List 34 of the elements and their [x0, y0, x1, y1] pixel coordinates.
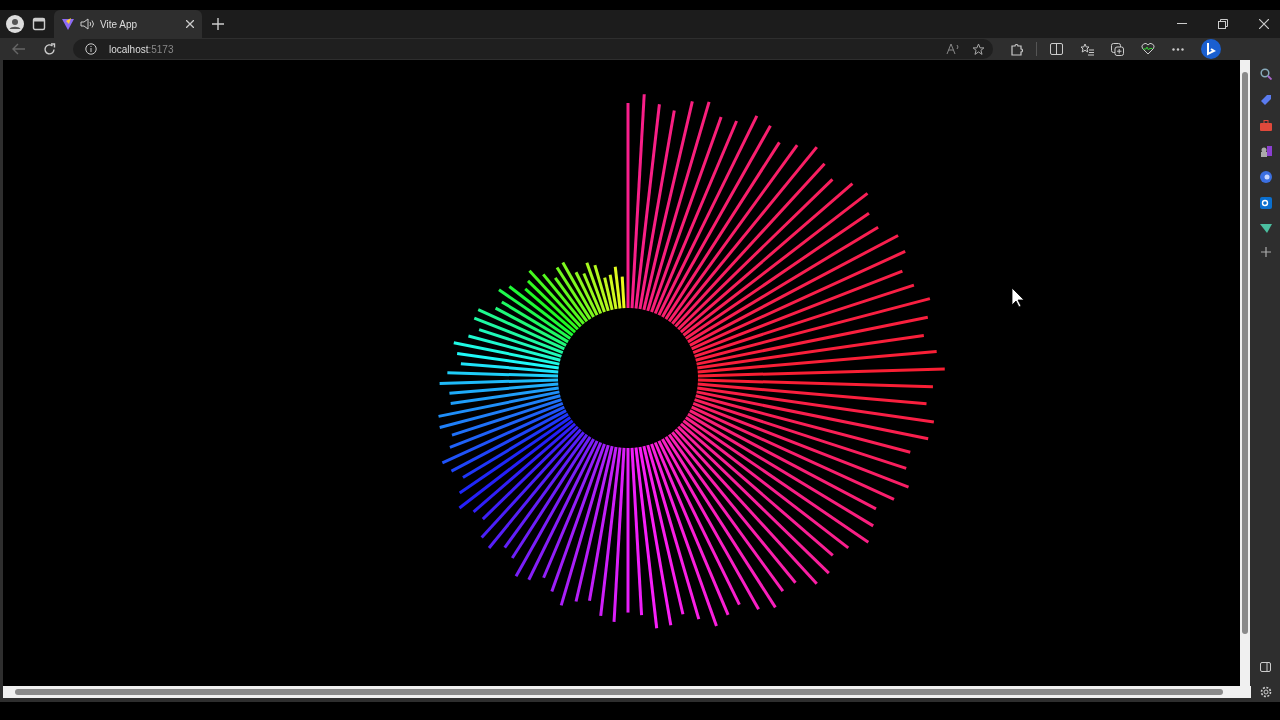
split-screen-icon[interactable]	[1050, 43, 1063, 55]
browser-tab[interactable]: Vite App	[54, 10, 202, 38]
search-icon[interactable]	[1259, 68, 1272, 80]
sidebar-toggle-icon[interactable]	[1260, 662, 1271, 672]
restore-icon[interactable]	[1218, 19, 1228, 29]
heart-pulse-icon[interactable]	[1141, 43, 1155, 55]
more-icon[interactable]	[1172, 47, 1184, 51]
new-tab-icon[interactable]	[212, 18, 224, 30]
settings-icon[interactable]	[1259, 686, 1272, 698]
tag-icon[interactable]	[1259, 94, 1272, 106]
horizontal-scrollbar[interactable]	[3, 686, 1251, 698]
close-tab-icon[interactable]	[186, 20, 194, 28]
tab-title: Vite App	[100, 18, 139, 30]
speaker-icon[interactable]	[80, 18, 94, 30]
address-bar[interactable]: localhost:5173	[73, 39, 993, 59]
minimize-icon[interactable]	[1177, 23, 1187, 25]
info-icon[interactable]	[85, 43, 97, 55]
extensions-icon[interactable]	[1010, 42, 1023, 56]
profile-icon[interactable]	[6, 15, 24, 33]
close-window-icon[interactable]	[1259, 19, 1269, 29]
refresh-icon[interactable]	[43, 42, 56, 56]
favorite-star-icon[interactable]	[972, 42, 985, 56]
url-text: localhost:5173	[109, 43, 174, 55]
mouse-cursor-icon	[1011, 287, 1025, 308]
circle-app-icon[interactable]	[1259, 171, 1272, 183]
toolbox-icon[interactable]	[1259, 120, 1272, 131]
tab-favicon-icon	[62, 18, 74, 30]
tab-actions-icon[interactable]	[32, 17, 46, 31]
add-icon[interactable]	[1260, 247, 1271, 257]
collections-icon[interactable]	[1111, 42, 1124, 56]
vertical-scrollbar[interactable]	[1240, 60, 1250, 686]
favorites-icon[interactable]	[1080, 42, 1094, 56]
read-aloud-icon[interactable]	[946, 43, 960, 55]
back-icon[interactable]	[12, 43, 26, 55]
